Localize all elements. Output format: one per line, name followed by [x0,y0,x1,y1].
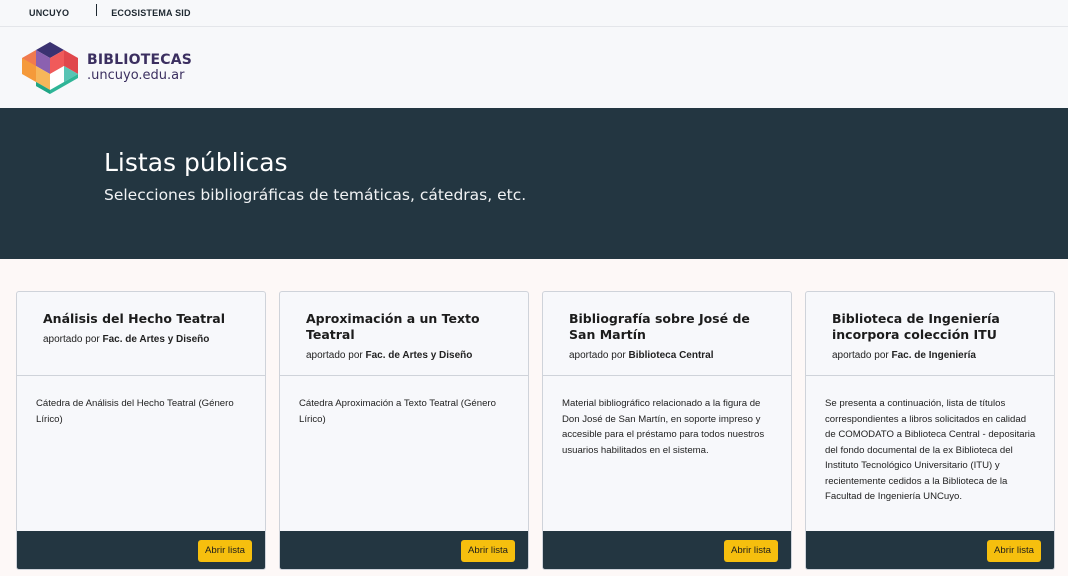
logo-title: BIBLIOTECAS [87,52,193,68]
open-list-button[interactable]: Abrir lista [461,540,515,562]
card-title: Aproximación a un Texto Teatral [306,311,480,342]
card-description: Material bibliográfico relacionado a la … [562,398,765,456]
topbar-separator [96,4,98,16]
card-description: Cátedra de Análisis del Hecho Teatral (G… [36,398,234,425]
hero-banner: Listas públicas Selecciones bibliográfic… [0,108,1068,259]
topbar-link-ecosistema[interactable]: ECOSISTEMA SID [111,8,190,18]
card-author: aportado por Fac. de Artes y Diseño [43,334,210,345]
list-card: Bibliografía sobre José de San Martín ap… [542,291,792,570]
card-description: Cátedra Aproximación a Texto Teatral (Gé… [299,398,496,425]
top-bar: UNCUYO ECOSISTEMA SID [0,0,1068,27]
open-list-button[interactable]: Abrir lista [724,540,778,562]
topbar-link-uncuyo[interactable]: UNCUYO [29,8,69,18]
open-list-button[interactable]: Abrir lista [198,540,252,562]
card-list: Análisis del Hecho Teatral aportado por … [16,291,1055,570]
site-header: BIBLIOTECAS .uncuyo.edu.ar [0,27,1068,108]
card-description: Se presenta a continuación, lista de tít… [825,398,1036,502]
card-author: aportado por Fac. de Artes y Diseño [306,350,473,361]
cube-logo-icon [22,41,78,94]
list-card: Biblioteca de Ingeniería incorpora colec… [805,291,1055,570]
site-logo[interactable]: BIBLIOTECAS .uncuyo.edu.ar [17,40,192,96]
open-list-button[interactable]: Abrir lista [987,540,1041,562]
card-title: Bibliografía sobre José de San Martín [569,311,750,342]
page-title: Listas públicas [104,148,288,177]
list-card: Análisis del Hecho Teatral aportado por … [16,291,266,570]
card-title: Análisis del Hecho Teatral [43,311,225,326]
list-card: Aproximación a un Texto Teatral aportado… [279,291,529,570]
card-author: aportado por Biblioteca Central [569,350,714,361]
logo-domain: .uncuyo.edu.ar [87,68,185,83]
card-title: Biblioteca de Ingeniería incorpora colec… [832,311,1000,342]
page-subtitle: Selecciones bibliográficas de temáticas,… [104,186,527,204]
card-author: aportado por Fac. de Ingeniería [832,350,976,361]
